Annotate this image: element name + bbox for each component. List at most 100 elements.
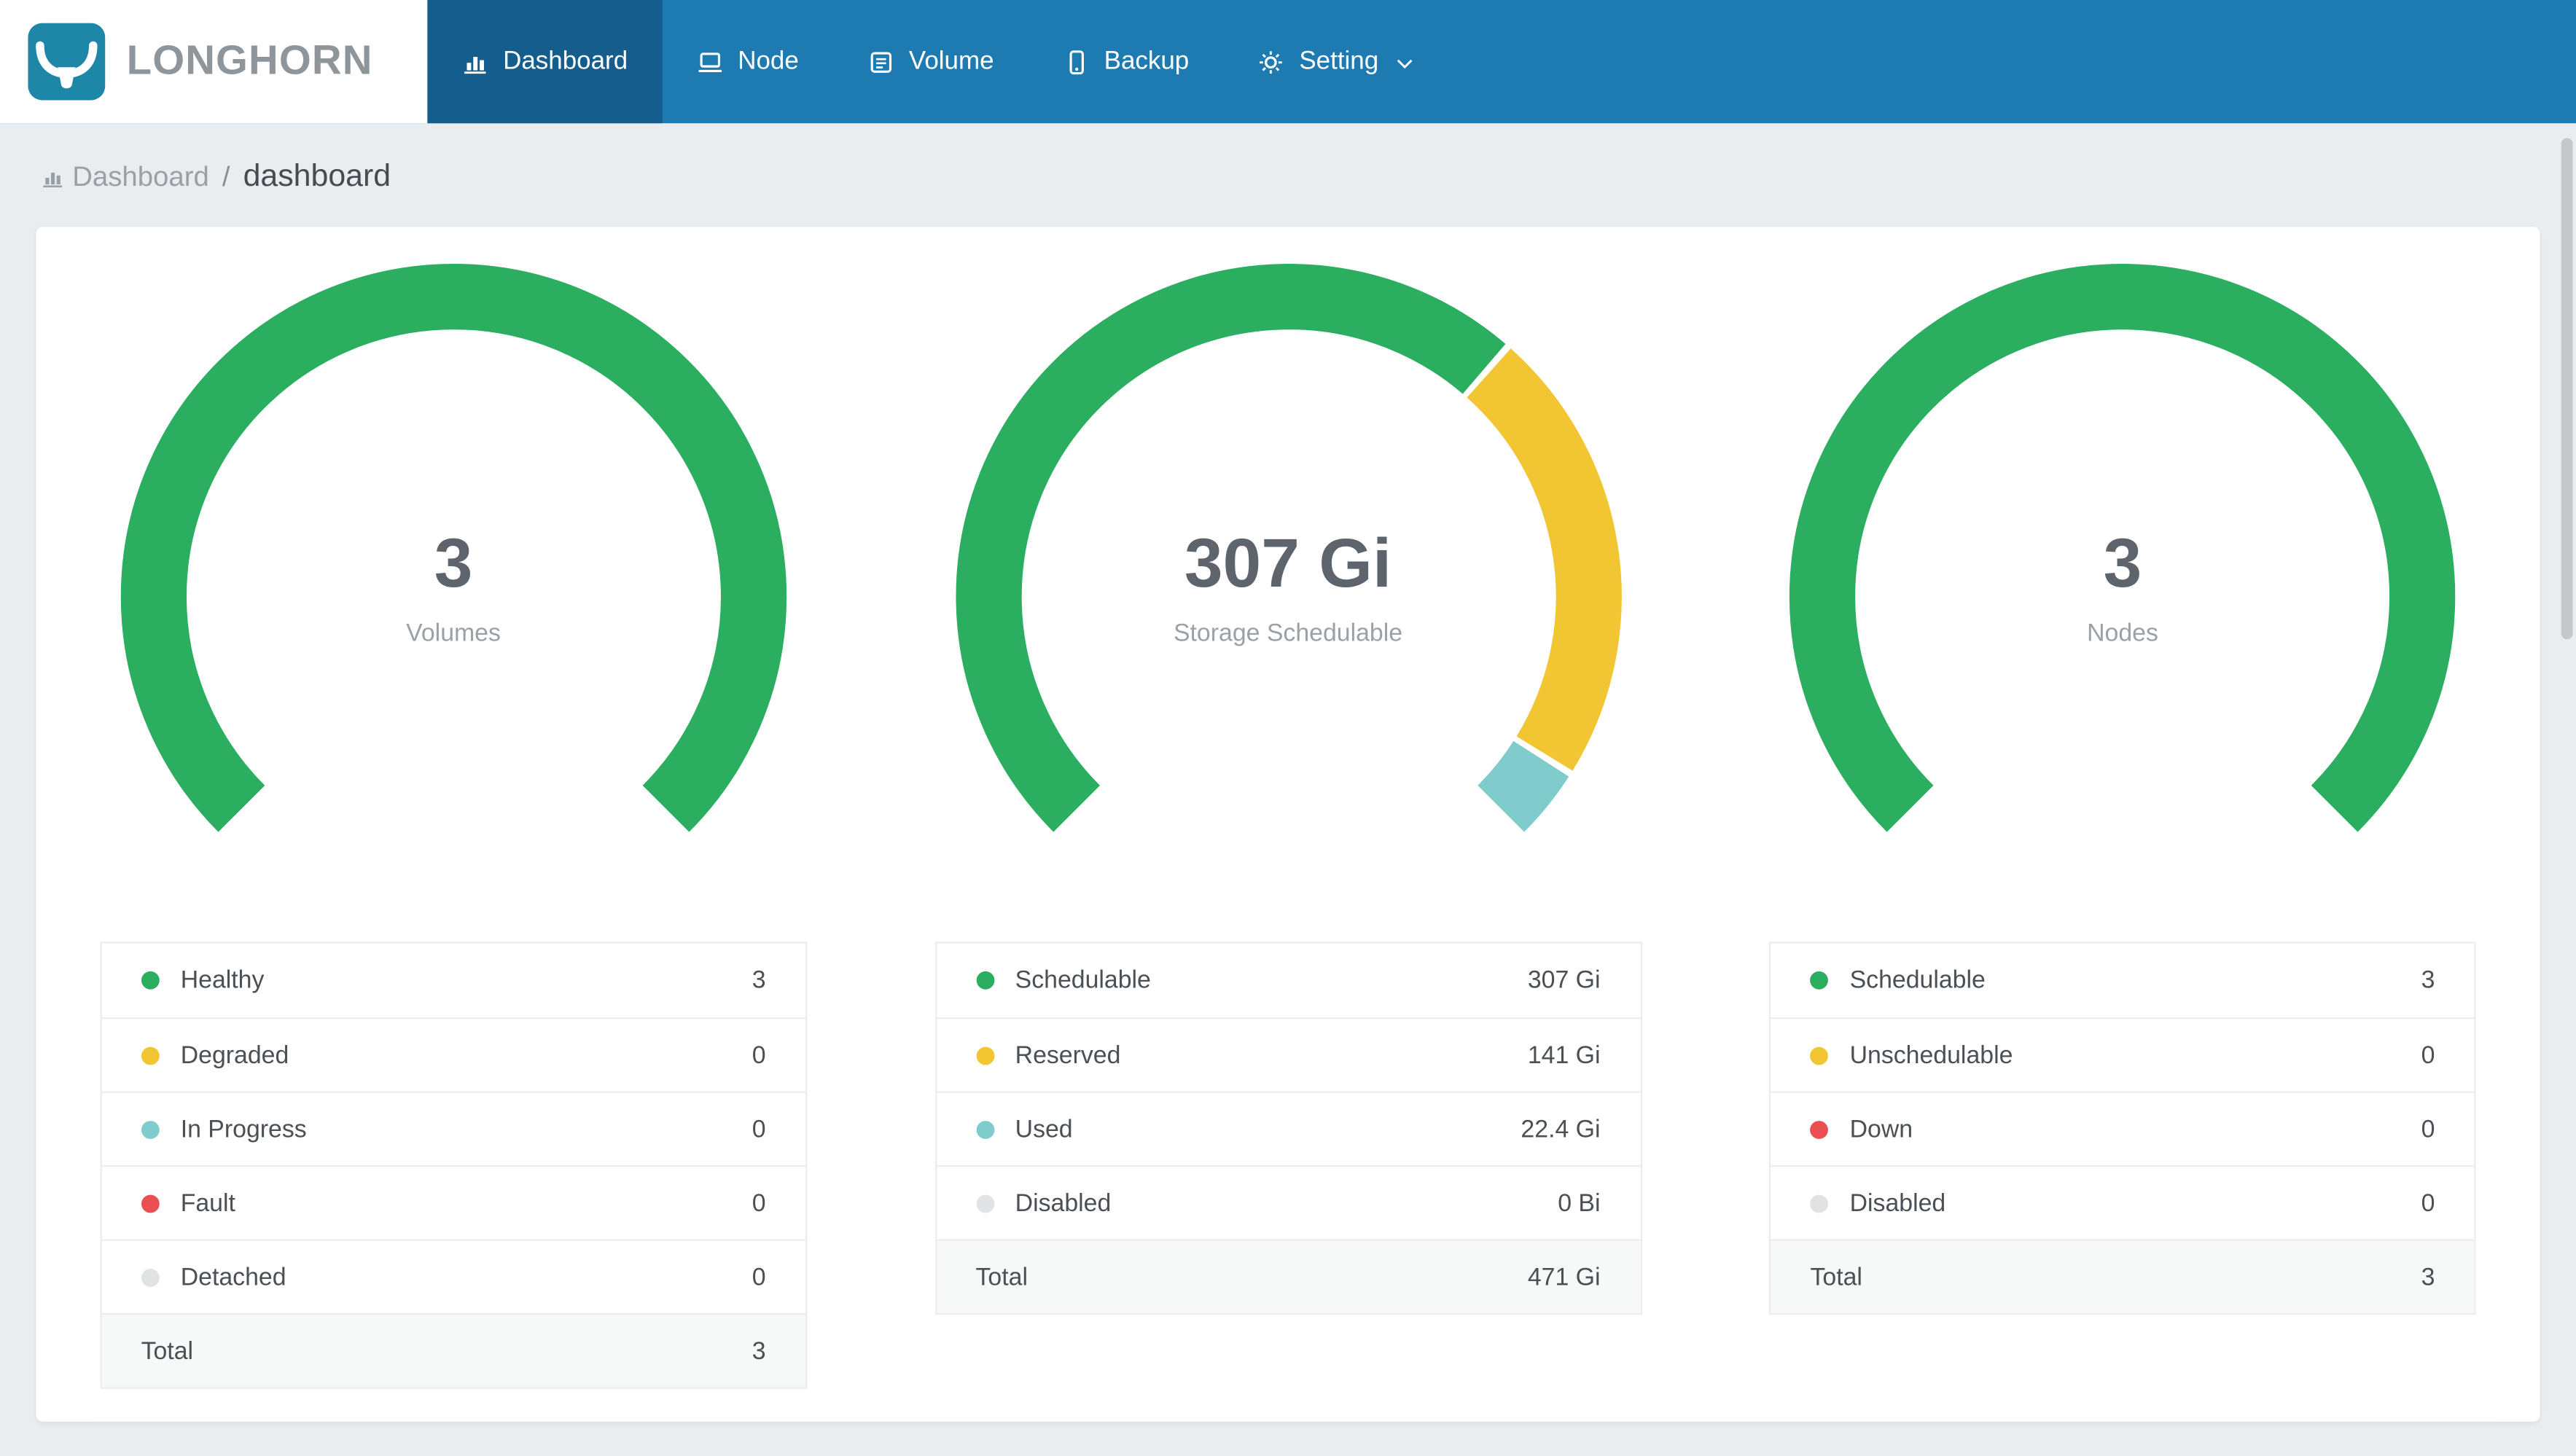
- legend-value: 0: [752, 1263, 766, 1291]
- total-value: 3: [2421, 1263, 2435, 1291]
- legend-row-unschedulable: Unschedulable 0: [1771, 1017, 2475, 1091]
- legend-row-disabled: Disabled 0 Bi: [936, 1165, 1640, 1239]
- brand-name: LONGHORN: [126, 37, 373, 85]
- longhorn-bull-icon: [28, 23, 106, 101]
- legend-label: Down: [1849, 1115, 1913, 1143]
- legend-row-total: Total 3: [1771, 1239, 2475, 1313]
- total-value: 471 Gi: [1527, 1263, 1601, 1291]
- nav-item-dashboard[interactable]: Dashboard: [427, 0, 663, 124]
- breadcrumb: Dashboard / dashboard: [0, 123, 2576, 227]
- breadcrumb-current-page: dashboard: [243, 159, 391, 195]
- nav-item-label: Dashboard: [503, 47, 628, 75]
- legend-row-disabled: Disabled 0: [1771, 1165, 2475, 1239]
- legend-label: Healthy: [180, 966, 265, 995]
- laptop-icon: [697, 49, 723, 75]
- volumes-center: 3 Volumes: [108, 251, 798, 919]
- legend-row-reserved: Reserved 141 Gi: [936, 1017, 1640, 1091]
- storage-gauge: 307 Gi Storage Schedulable: [942, 251, 1633, 942]
- breadcrumb-separator: /: [222, 161, 230, 192]
- nodes-center: 3 Nodes: [1777, 251, 2467, 919]
- nodes-gauge: 3 Nodes: [1777, 251, 2467, 942]
- legend-label: Fault: [180, 1189, 235, 1218]
- legend-label: Reserved: [1015, 1041, 1121, 1070]
- legend-value: 0 Bi: [1558, 1189, 1601, 1218]
- legend-label: Detached: [180, 1263, 286, 1291]
- yellow-dot: [975, 1046, 994, 1065]
- legend-row-fault: Fault 0: [101, 1165, 805, 1239]
- disk-icon: [868, 49, 894, 75]
- legend-row-healthy: Healthy 3: [101, 944, 805, 1017]
- nav-item-setting[interactable]: Setting: [1224, 0, 1448, 123]
- legend-value: 22.4 Gi: [1521, 1115, 1601, 1143]
- mobile-icon: [1063, 49, 1089, 75]
- volumes-gauge: 3 Volumes: [108, 251, 798, 942]
- volumes-center-value: 3: [434, 523, 473, 601]
- chart-column-nodes: 3 Nodes Schedulable 3 Unschedulable 0 Down 0 Dis…: [1706, 251, 2540, 1389]
- gray-dot: [1810, 1194, 1829, 1213]
- legend-value: 0: [752, 1189, 766, 1218]
- legend-value: 3: [752, 966, 766, 995]
- gray-dot: [975, 1194, 994, 1213]
- legend-label: Schedulable: [1015, 966, 1151, 995]
- teal-dot: [975, 1119, 994, 1138]
- legend-label: Schedulable: [1849, 966, 1986, 995]
- nav-item-volume[interactable]: Volume: [833, 0, 1029, 123]
- green-dot: [1810, 971, 1829, 990]
- legend-value: 0: [752, 1041, 766, 1070]
- yellow-dot: [141, 1046, 160, 1065]
- chart-column-volumes: 3 Volumes Healthy 3 Degraded 0 In Progress 0 Fau…: [36, 251, 871, 1389]
- legend-label: Disabled: [1015, 1189, 1112, 1218]
- volumes-legend: Healthy 3 Degraded 0 In Progress 0 Fault 0 Detac…: [100, 942, 807, 1389]
- chart-column-storage: 307 Gi Storage Schedulable Schedulable 307 …: [871, 251, 1706, 1389]
- legend-label: In Progress: [180, 1115, 307, 1143]
- nav-item-node[interactable]: Node: [662, 0, 833, 123]
- legend-value: 0: [2421, 1115, 2435, 1143]
- nav-item-label: Backup: [1104, 47, 1190, 75]
- legend-label: Unschedulable: [1849, 1041, 2013, 1070]
- dashboard-card: 3 Volumes Healthy 3 Degraded 0 In Progress 0 Fau…: [36, 227, 2540, 1422]
- legend-row-used: Used 22.4 Gi: [936, 1091, 1640, 1165]
- legend-value: 0: [752, 1115, 766, 1143]
- nav-item-label: Node: [738, 47, 799, 75]
- storage-center-value: 307 Gi: [1184, 523, 1392, 601]
- gray-dot: [141, 1267, 160, 1286]
- total-value: 3: [752, 1336, 766, 1366]
- scrollbar-thumb[interactable]: [2561, 138, 2573, 640]
- green-dot: [975, 971, 994, 990]
- legend-row-schedulable: Schedulable 3: [1771, 944, 2474, 1017]
- nav-item-label: Setting: [1299, 47, 1379, 75]
- legend-value: 0: [2421, 1189, 2435, 1218]
- bar-chart-icon: [41, 166, 64, 189]
- gear-icon: [1258, 49, 1284, 75]
- legend-row-total: Total 3: [101, 1312, 805, 1387]
- total-label: Total: [975, 1263, 1028, 1291]
- legend-label: Disabled: [1849, 1189, 1946, 1218]
- nav-item-backup[interactable]: Backup: [1029, 0, 1224, 123]
- nodes-center-label: Nodes: [2087, 619, 2158, 647]
- breadcrumb-section[interactable]: Dashboard: [72, 161, 209, 194]
- brand-link[interactable]: LONGHORN: [0, 0, 428, 124]
- red-dot: [1810, 1119, 1829, 1138]
- total-label: Total: [1810, 1263, 1862, 1291]
- storage-center: 307 Gi Storage Schedulable: [942, 251, 1633, 919]
- nav-items: Dashboard Node Volume Backup Setting: [427, 0, 1448, 124]
- legend-value: 141 Gi: [1527, 1041, 1601, 1070]
- red-dot: [141, 1194, 160, 1213]
- yellow-dot: [1810, 1046, 1829, 1065]
- bar-chart-icon: [462, 49, 488, 75]
- teal-dot: [141, 1119, 160, 1138]
- legend-value: 307 Gi: [1527, 966, 1601, 995]
- legend-value: 3: [2421, 966, 2435, 995]
- storage-legend: Schedulable 307 Gi Reserved 141 Gi Used 22.4 …: [934, 942, 1642, 1315]
- legend-row-in-progress: In Progress 0: [101, 1091, 805, 1165]
- legend-row-detached: Detached 0: [101, 1239, 805, 1312]
- legend-label: Used: [1015, 1115, 1073, 1143]
- nav-item-label: Volume: [908, 47, 994, 75]
- legend-row-total: Total 471 Gi: [936, 1239, 1640, 1313]
- legend-value: 0: [2421, 1041, 2435, 1070]
- nodes-center-value: 3: [2103, 523, 2142, 601]
- legend-row-down: Down 0: [1771, 1091, 2475, 1165]
- storage-center-label: Storage Schedulable: [1173, 619, 1403, 647]
- legend-label: Degraded: [180, 1041, 289, 1070]
- chevron-down-icon: [1394, 53, 1413, 70]
